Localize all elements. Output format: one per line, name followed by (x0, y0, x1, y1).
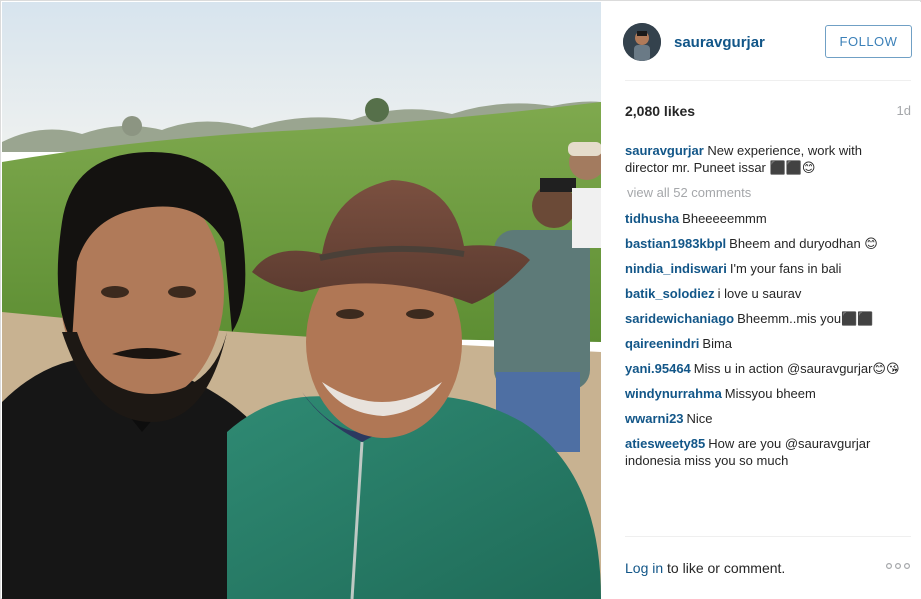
comment-username[interactable]: bastian1983kbpl (625, 236, 726, 251)
comment: tidhusha Bheeeeemmm (625, 210, 907, 227)
comment-username[interactable]: atiesweety85 (625, 436, 705, 451)
comment-username[interactable]: wwarni23 (625, 411, 684, 426)
post-author-username[interactable]: sauravgurjar (674, 34, 765, 51)
view-all-comments-link[interactable]: view all 52 comments (627, 185, 751, 200)
comment: saridewichaniago Bheemm..mis you⬛⬛ (625, 310, 907, 327)
comment-text: Bheemm..mis you⬛⬛ (737, 311, 874, 326)
comment-username[interactable]: saridewichaniago (625, 311, 734, 326)
comment: windynurrahma Missyou bheem (625, 385, 907, 402)
more-options-icon[interactable] (885, 558, 911, 574)
post-side-panel: sauravgurjar FOLLOW 2,080 likes 1d saura… (601, 2, 921, 599)
header-divider (625, 80, 911, 81)
avatar[interactable] (623, 23, 661, 61)
post-age[interactable]: 1d (897, 103, 911, 118)
comment-username[interactable]: tidhusha (625, 211, 679, 226)
comment-text: Bheeeeemmm (682, 211, 767, 226)
comment: qaireenindri Bima (625, 335, 907, 352)
comment: batik_solodiez i love u saurav (625, 285, 907, 302)
comment-text: Bima (702, 336, 733, 351)
comment-username[interactable]: batik_solodiez (625, 286, 715, 301)
like-count[interactable]: 2,080 likes (625, 103, 695, 119)
comment-text: Bheem and duryodhan 😊 (729, 236, 878, 251)
post-caption: sauravgurjar New experience, work with d… (625, 142, 907, 176)
comment-list: tidhusha Bheeeeemmm bastian1983kbpl Bheem … (625, 210, 907, 537)
footer-divider (625, 536, 911, 537)
comment: yani.95464 Miss u in action @sauravgurjar… (625, 360, 907, 377)
comment: bastian1983kbpl Bheem and duryodhan 😊 (625, 235, 907, 252)
login-prompt-text: to like or comment. (663, 560, 786, 576)
post-photo[interactable] (2, 2, 601, 599)
caption-username[interactable]: sauravgurjar (625, 143, 704, 158)
follow-button[interactable]: FOLLOW (825, 25, 912, 58)
comment-username[interactable]: yani.95464 (625, 361, 691, 376)
post-frame: sauravgurjar FOLLOW 2,080 likes 1d saura… (0, 0, 921, 599)
comment-username[interactable]: nindia_indiswari (625, 261, 727, 276)
comment-username[interactable]: qaireenindri (625, 336, 699, 351)
comment-text: Missyou bheem (724, 386, 816, 401)
comment-text: Miss u in action @sauravgurjar😊😘 (693, 361, 900, 376)
login-prompt: Log in to like or comment. (625, 560, 785, 576)
comment: wwarni23 Nice (625, 410, 907, 427)
comment-text: i love u saurav (717, 286, 802, 301)
comment-username[interactable]: windynurrahma (625, 386, 722, 401)
login-link[interactable]: Log in (625, 560, 663, 576)
comment: atiesweety85 How are you @sauravgurjar in… (625, 435, 907, 469)
selfie-image (2, 2, 601, 599)
comment: nindia_indiswari I'm your fans in bali (625, 260, 907, 277)
post-header: sauravgurjar FOLLOW (601, 2, 921, 82)
comment-text: Nice (686, 411, 713, 426)
comment-text: I'm your fans in bali (729, 261, 842, 276)
